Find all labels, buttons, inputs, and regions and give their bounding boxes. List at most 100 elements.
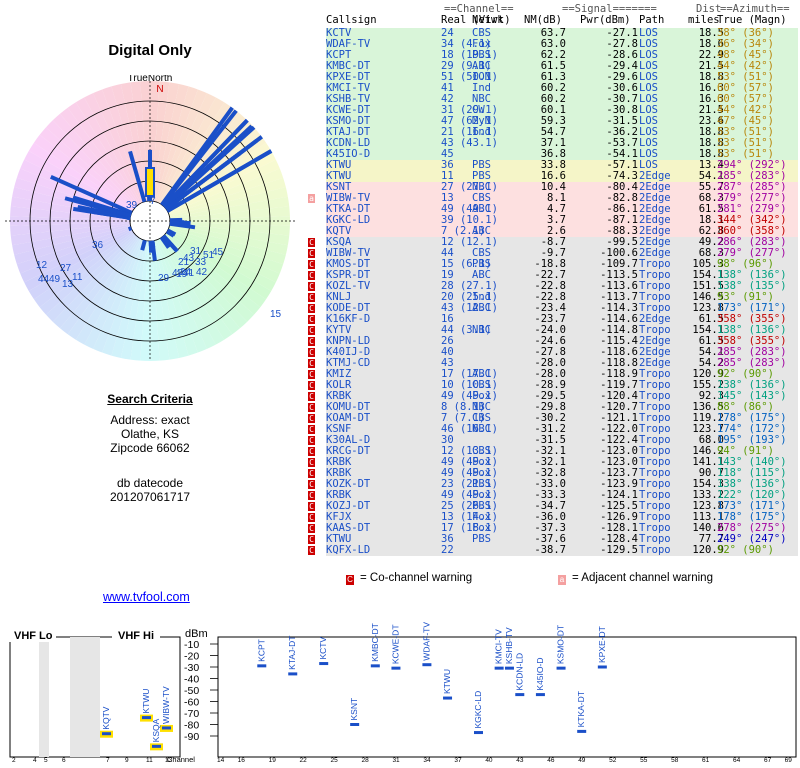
datecode-value: 201207061717 [109,490,191,504]
band-station-label: WDAF-TV [421,622,431,661]
channel-tick: 7 [106,757,110,764]
co-channel-warning-badge: C [308,293,315,302]
channel-tick: 69 [785,757,793,764]
band-mark [494,666,504,670]
radar-title: Digital Only [108,42,192,59]
co-channel-warning-badge: C [308,469,315,478]
channel-tick: 14 [217,757,225,764]
band-mark [162,726,171,730]
co-channel-warning-badge: C [308,282,315,291]
band-mark [257,664,267,668]
co-channel-warning-badge: C [308,304,315,313]
channel-tick: 58 [671,757,679,764]
band-mark [142,716,151,720]
channel-tick: 22 [300,757,308,764]
band-station-label: KQTV [101,706,111,729]
band-mark [370,664,380,668]
channel-tick: 6 [62,757,66,764]
header-nm: NM(dB) [524,14,562,26]
band-station-label: KSHB-TV [504,627,514,664]
channel-tick: 37 [454,757,462,764]
ring-channel-label: 49 [49,274,61,285]
band-station-label: KTKA-DT [576,691,586,727]
band-mark [504,666,514,670]
co-channel-warning-badge: C [308,436,315,445]
band-mark [535,693,545,697]
band-mark [597,665,607,669]
channel-tick: 13 [165,757,173,764]
co-channel-warning-badge: C [308,337,315,346]
co-channel-warning-badge: C [308,546,315,555]
dbm-tick: -40 [184,674,199,686]
co-channel-warning-badge: C [308,315,315,324]
ring-channel-label: 33 [195,257,207,268]
band-mark [391,666,401,670]
tvfool-link[interactable]: www.tvfool.com [103,590,190,604]
dbm-tick: -20 [184,651,199,663]
band-mark [422,663,432,667]
channel-tick: 28 [361,757,369,764]
search-address: Address: exact [110,413,190,427]
dbm-tick: -70 [184,708,199,720]
co-channel-warning-badge: C [308,370,315,379]
band-station-label: KCPT [256,639,266,662]
co-channel-warning-badge: C [308,260,315,269]
band-station-label: KCWE-DT [390,624,400,664]
station-callsign: KQFX-LD [326,544,371,556]
co-channel-warning-badge: C [308,271,315,280]
station-azimuth: 92° (90°) [717,544,774,556]
channel-tick: 11 [146,757,153,764]
co-channel-warning-badge: C [308,326,315,335]
band-station-label: KCDN-LD [514,653,524,691]
channel-tick: 49 [578,757,586,764]
adjacent-channel-mark: a [558,575,566,585]
channel-tick: 43 [516,757,524,764]
ring-channel-label: 29 [158,273,170,284]
band-station-label: KSQA [151,718,161,742]
station-beam [140,239,147,251]
ring-channel-label: 7 [150,196,156,207]
band-station-label: WIBW-TV [161,686,171,724]
station-path: Tropo [639,544,671,556]
band-mark [556,666,566,670]
ring-channel-label: 36 [92,240,104,251]
co-channel-warning-badge: C [308,458,315,467]
ring-channel-label: 11 [72,272,83,283]
channel-tick: 46 [547,757,555,764]
band-station-label: KMCI-TV [494,629,504,664]
co-channel-warning-badge: C [308,392,315,401]
channel-tick: 52 [609,757,617,764]
co-channel-warning-badge: C [308,447,315,456]
ring-channel-label: 44 [38,274,50,285]
band-mark [350,723,360,726]
ring-channel-label: 42 [196,267,208,278]
co-channel-warning-badge: C [308,381,315,390]
dbm-tick: -50 [184,685,199,697]
band-mark [152,744,161,748]
vhf-hi-label: VHF Hi [118,630,154,642]
band-station-label: KMBC-DT [370,623,380,662]
station-network: PBS [472,533,491,545]
co-channel-text: = Co-channel warning [360,572,473,584]
station-channel: 22 [441,544,454,556]
search-criteria-heading: Search Criteria [107,392,193,406]
band-station-label: KCTV [318,637,328,660]
station-row[interactable]: KQFX-LD 22 -38.7 -129.5 Tropo 120.9 92° (90°) C [308,544,798,556]
header-callsign: Callsign [326,14,377,26]
channel-tick: 19 [269,757,277,764]
co-channel-mark: C [346,575,354,585]
band-mark [577,729,587,733]
band-station-label: KTWU [442,669,452,694]
fm-gap-shade [70,637,100,757]
band-mark [319,662,329,666]
station-rows: KCTV 24 CBS 63.7 -27.1 LOS 18.5 38° (36°) WDAF-T… [308,28,798,556]
channel-tick: 55 [640,757,648,764]
search-zip: Zipcode 66062 [110,441,190,455]
station-table: ==Channel== ==Signal======= Dist ==Azimu… [308,4,798,556]
channel-tick: 25 [331,757,339,764]
band-station-label: KTWU [141,689,151,714]
channel-tick: 61 [702,757,710,764]
co-channel-warning-badge: C [308,535,315,544]
channel-tick: 34 [423,757,431,764]
true-north-label: TrueNorth [128,75,173,84]
